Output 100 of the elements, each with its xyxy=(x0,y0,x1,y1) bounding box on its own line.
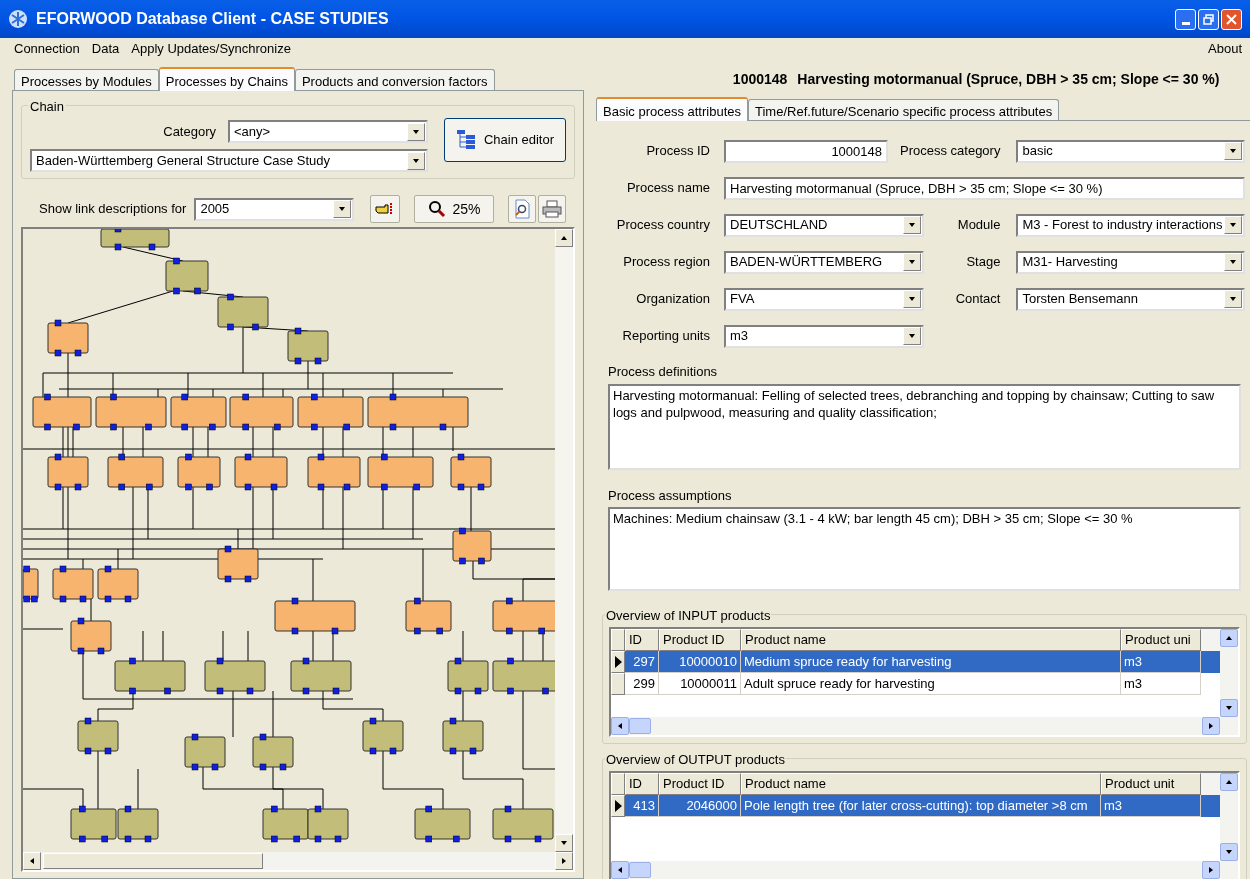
process-name-heading: Harvesting motormanual (Spruce, DBH > 35 cm; Slope <= 30 %) xyxy=(797,70,1220,89)
caret-icon xyxy=(412,127,420,136)
field-label: Process region xyxy=(622,253,711,272)
field-label: Process name xyxy=(625,179,711,198)
dropdown-button[interactable] xyxy=(333,200,352,218)
column-header[interactable]: ID xyxy=(625,773,659,795)
scroll-left-button[interactable] xyxy=(611,861,629,879)
category-dropdown[interactable]: <any> xyxy=(228,120,428,143)
dropdown-button[interactable] xyxy=(1224,253,1243,271)
document-magnifier-icon xyxy=(513,199,532,219)
dropdown-field[interactable]: DEUTSCHLAND xyxy=(724,213,924,237)
dropdown-field[interactable]: basic xyxy=(1016,139,1246,163)
dropdown-button[interactable] xyxy=(903,290,921,308)
scroll-up-button[interactable] xyxy=(1220,773,1239,791)
scroll-right-button[interactable] xyxy=(1202,861,1221,879)
scroll-up-button[interactable] xyxy=(1220,629,1239,647)
year-dropdown[interactable]: 2005 xyxy=(194,197,355,221)
minimize-icon xyxy=(1181,21,1190,25)
row-header-cell xyxy=(611,629,625,651)
close-icon xyxy=(1226,13,1237,25)
scroll-left-button[interactable] xyxy=(611,717,629,735)
horizontal-scrollbar[interactable] xyxy=(611,717,1221,735)
dropdown-button[interactable] xyxy=(1224,290,1243,308)
column-header[interactable]: Product uni xyxy=(1121,629,1201,651)
column-header[interactable]: Product name xyxy=(741,773,1101,795)
dropdown-button[interactable] xyxy=(903,216,921,234)
tab[interactable]: Products and conversion factors xyxy=(294,69,495,90)
scroll-down-button[interactable] xyxy=(1220,843,1239,861)
tab[interactable]: Basic process attributes xyxy=(596,97,748,121)
menu-item[interactable]: Data xyxy=(85,39,126,59)
caret-icon xyxy=(908,221,916,229)
field-label: Process definitions xyxy=(608,363,719,381)
dropdown-field[interactable]: M3 - Forest to industry interactions xyxy=(1016,213,1246,237)
caret-icon xyxy=(908,295,916,303)
caret-icon xyxy=(560,839,568,847)
dropdown-value: basic xyxy=(1022,142,1054,161)
close-button[interactable] xyxy=(1221,8,1242,30)
horizontal-scrollbar[interactable] xyxy=(611,861,1221,879)
dropdown-button[interactable] xyxy=(903,327,921,345)
dropdown-button[interactable] xyxy=(407,151,425,170)
text-field[interactable]: 1000148 xyxy=(724,139,888,163)
tab[interactable]: Processes by Modules xyxy=(14,69,159,90)
zoom-button[interactable]: 25% xyxy=(414,195,495,223)
dropdown-button[interactable] xyxy=(1224,216,1243,234)
dropdown-value: M3 - Forest to industry interactions xyxy=(1022,216,1224,235)
caret-icon xyxy=(560,857,568,865)
restore-button[interactable] xyxy=(1198,8,1219,30)
dropdown-value: 2005 xyxy=(200,200,231,219)
tree-structure-icon xyxy=(455,129,476,151)
dropdown-value: Baden-Württemberg General Structure Case Study xyxy=(36,151,332,170)
caret-icon xyxy=(338,205,347,213)
dropdown-field[interactable]: m3 xyxy=(724,324,924,348)
dropdown-value: M31- Harvesting xyxy=(1022,253,1119,272)
pointing-hand-button[interactable] xyxy=(370,195,401,223)
print-button[interactable] xyxy=(538,195,567,223)
dropdown-value: DEUTSCHLAND xyxy=(730,216,829,235)
column-header[interactable]: Product name xyxy=(741,629,1121,651)
menu-item[interactable]: About xyxy=(1208,39,1242,59)
column-header[interactable]: Product unit xyxy=(1101,773,1201,795)
dropdown-button[interactable] xyxy=(407,122,425,141)
chain-dropdown[interactable]: Baden-Württemberg General Structure Case Study xyxy=(30,149,428,172)
caret-icon xyxy=(1225,778,1234,786)
dropdown-field[interactable]: Torsten Bensemann xyxy=(1016,287,1246,311)
dropdown-field[interactable]: M31- Harvesting xyxy=(1016,250,1246,274)
scroll-thumb[interactable] xyxy=(629,862,651,878)
caret-icon xyxy=(1225,634,1234,642)
column-header[interactable]: Product ID xyxy=(659,629,741,651)
field-label: Contact xyxy=(955,290,1002,309)
scroll-right-button[interactable] xyxy=(1202,717,1221,735)
text-area[interactable]: Harvesting motormanual: Felling of selected trees, debranching and topping by chainsaw; Cutting to saw logs and pulpwood, measuring and quality classification; xyxy=(608,383,1242,470)
table-row[interactable]: 299 10000011 Adult spruce ready for harvesting m3 xyxy=(611,673,1221,695)
scroll-thumb[interactable] xyxy=(629,718,651,734)
dropdown-field[interactable]: FVA xyxy=(724,287,924,311)
dropdown-button[interactable] xyxy=(1224,142,1243,160)
window-title: EFORWOOD Database Client - CASE STUDIES xyxy=(36,9,389,29)
scroll-down-button[interactable] xyxy=(1220,699,1239,717)
caret-icon xyxy=(616,866,624,874)
preview-button[interactable] xyxy=(508,195,537,223)
chain-editor-button[interactable]: Chain editor xyxy=(444,118,566,162)
table-row[interactable]: 413 2046000 Pole length tree (for later cross-cutting): top diameter >8 cm m3 xyxy=(611,795,1221,817)
snowflake-icon xyxy=(8,9,28,29)
dropdown-field[interactable]: BADEN-WÜRTTEMBERG xyxy=(724,250,924,274)
tab[interactable]: Time/Ref.future/Scenario specific process attributes xyxy=(748,99,1060,120)
magnifier-icon xyxy=(428,200,447,218)
menu-item[interactable]: Connection xyxy=(8,39,86,59)
field-label: Stage xyxy=(966,253,1002,272)
caret-icon xyxy=(616,722,624,730)
tab[interactable]: Processes by Chains xyxy=(158,67,295,91)
vertical-scrollbar[interactable] xyxy=(1220,773,1239,861)
minimize-button[interactable] xyxy=(1175,8,1196,30)
text-area[interactable]: Machines: Medium chainsaw (3.1 - 4 kW; bar length 45 cm); DBH > 35 cm; Slope <= 30 % xyxy=(608,507,1242,591)
caret-icon xyxy=(1229,147,1238,155)
table-row[interactable]: 297 10000010 Medium spruce ready for harvesting m3 xyxy=(611,651,1221,673)
menu-item[interactable]: Apply Updates/Synchronize xyxy=(125,39,297,59)
dropdown-value: Torsten Bensemann xyxy=(1022,290,1140,309)
column-header[interactable]: Product ID xyxy=(659,773,741,795)
column-header[interactable]: ID xyxy=(625,629,659,651)
vertical-scrollbar[interactable] xyxy=(1220,629,1239,717)
dropdown-button[interactable] xyxy=(903,253,921,271)
text-field[interactable]: Harvesting motormanual (Spruce, DBH > 35 cm; Slope <= 30 %) xyxy=(724,176,1246,200)
